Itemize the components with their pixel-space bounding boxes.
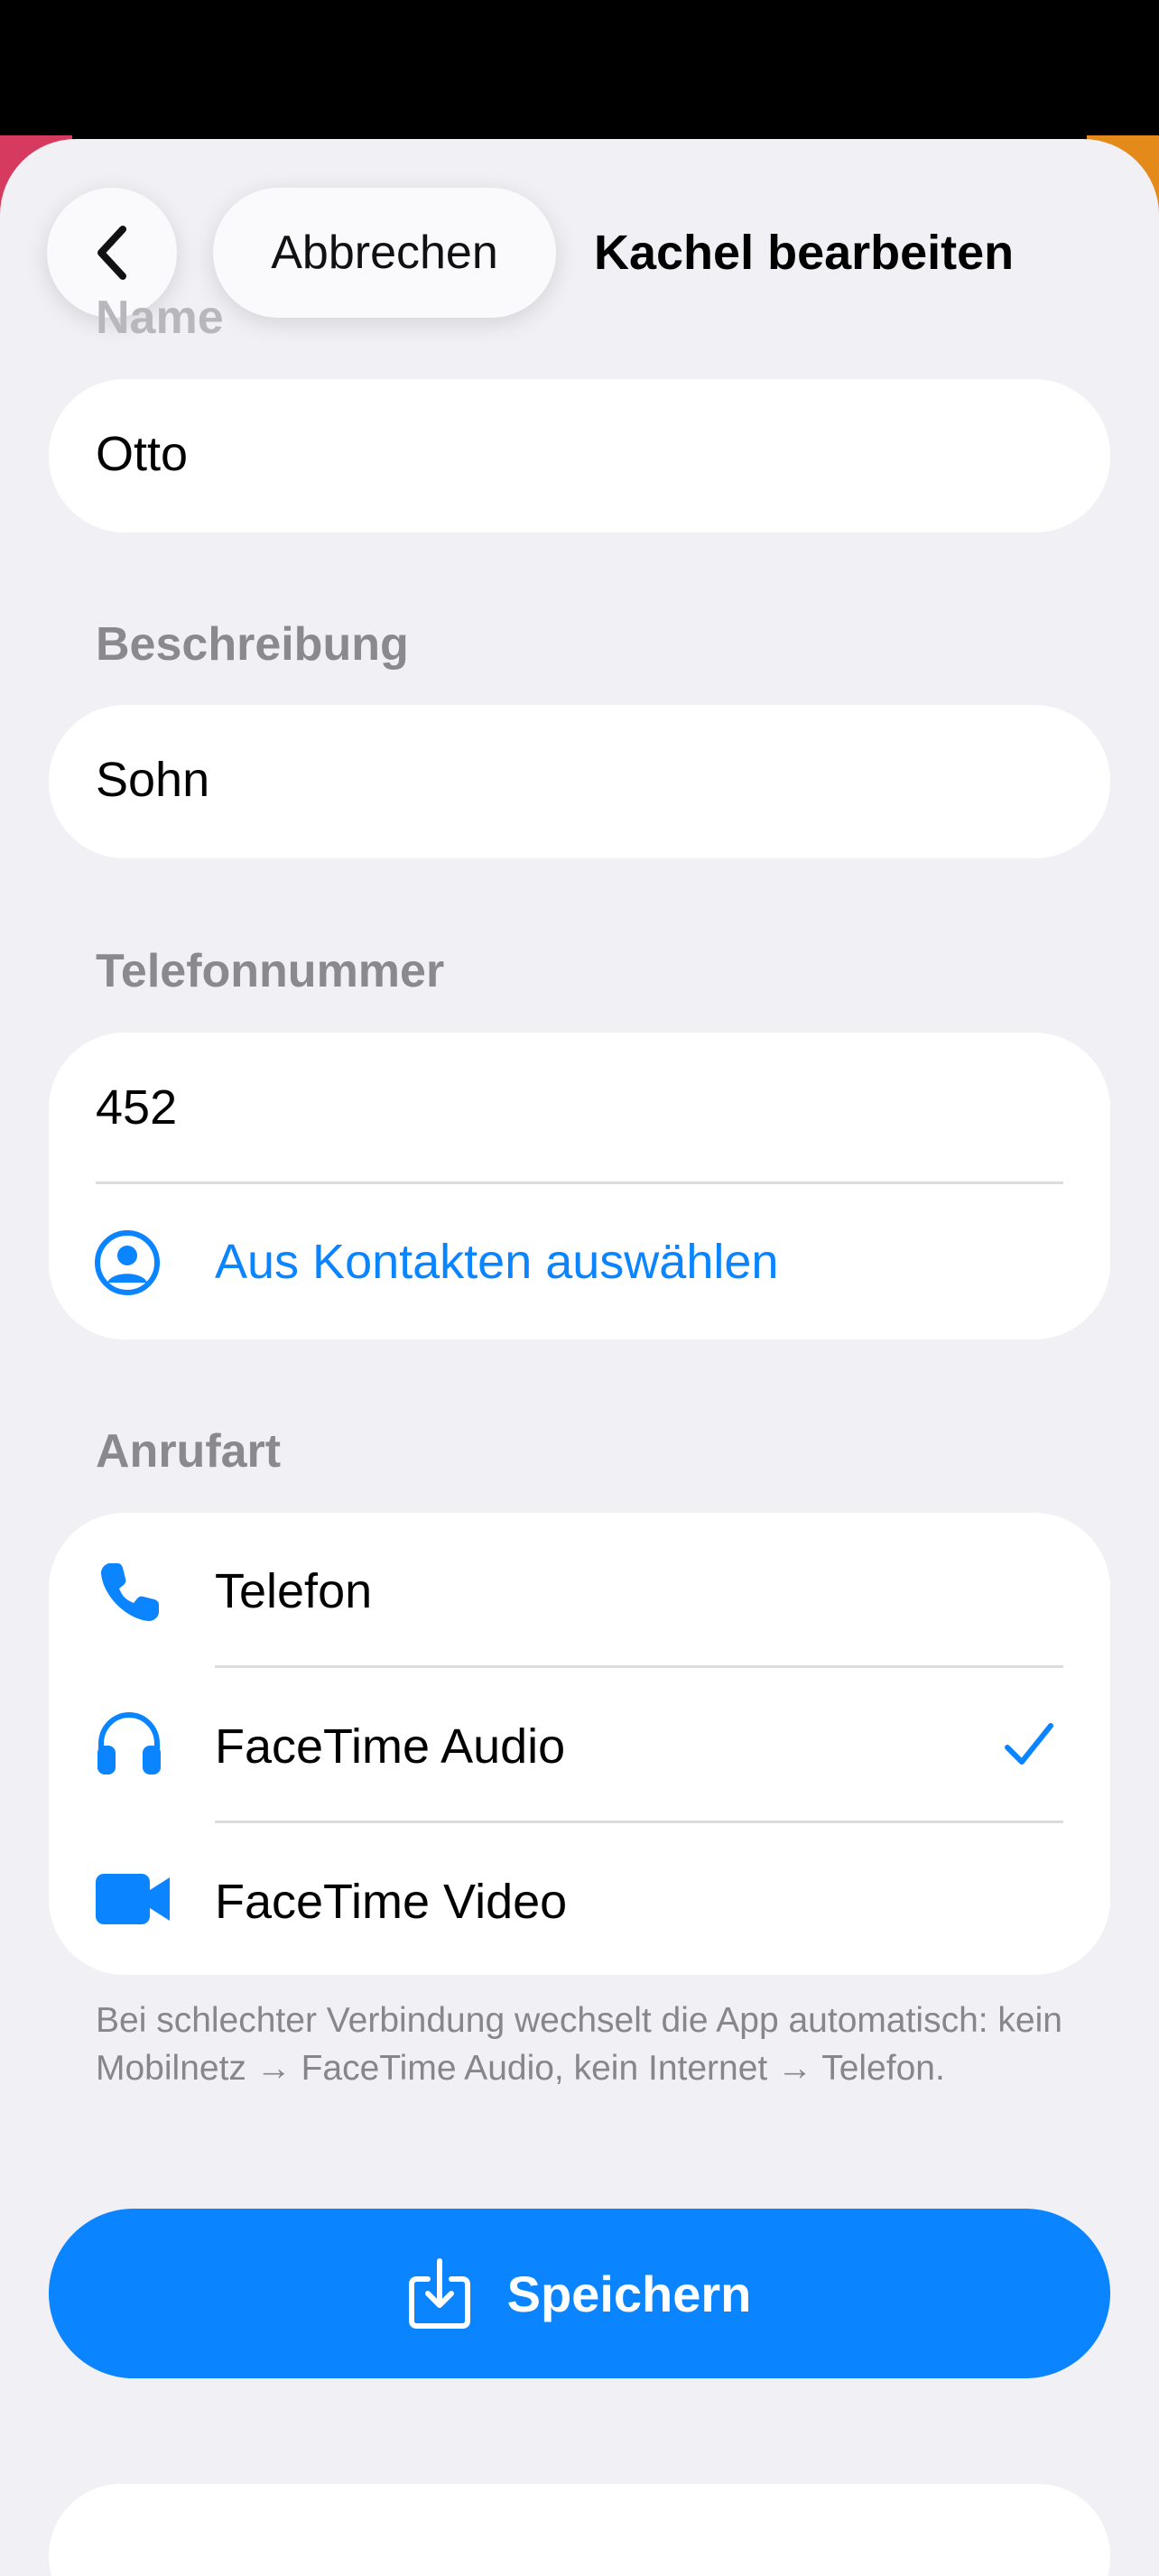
save-button-label: Speichern [506, 2265, 752, 2322]
phone-icon [101, 1563, 159, 1621]
phone-section-label: Telefonnummer [96, 945, 445, 997]
phone-card: 452 Aus Kontakten auswählen [49, 1033, 1110, 1339]
call-type-section-label: Anrufart [96, 1425, 282, 1478]
call-type-option-label: Telefon [215, 1564, 373, 1618]
call-type-card: Telefon FaceTime Audio FaceTime Video [49, 1513, 1110, 1975]
call-type-footnote: Bei schlechter Verbindung wechselt die A… [96, 2001, 1062, 2088]
name-field-value: Otto [96, 427, 189, 481]
chevron-left-icon [97, 226, 126, 280]
video-camera-icon [96, 1874, 170, 1924]
call-type-option-facetime-video[interactable]: FaceTime Video [49, 1823, 1110, 1975]
select-from-contacts-label: Aus Kontakten auswählen [215, 1235, 779, 1289]
name-section-label: Name [96, 292, 224, 344]
phone-number-field[interactable]: 452 [96, 1080, 177, 1135]
description-field-value: Sohn [96, 753, 210, 807]
status-bar [0, 0, 1159, 144]
cancel-button[interactable]: Abbrechen [213, 188, 556, 318]
person-circle-icon [95, 1230, 160, 1295]
save-download-icon [408, 2258, 470, 2329]
name-field[interactable]: Otto [49, 379, 1110, 533]
call-type-option-facetime-audio[interactable]: FaceTime Audio [49, 1668, 1110, 1821]
select-from-contacts-button[interactable]: Aus Kontakten auswählen [49, 1186, 1110, 1339]
checkmark-icon [1005, 1723, 1053, 1765]
bottom-card [49, 2484, 1110, 2576]
edit-tile-sheet: Abbrechen Kachel bearbeiten Name Otto Be… [0, 139, 1159, 2576]
save-button[interactable]: Speichern [49, 2209, 1110, 2378]
call-type-option-label: FaceTime Audio [215, 1719, 566, 1774]
call-type-option-label: FaceTime Video [215, 1875, 568, 1929]
call-type-option-phone[interactable]: Telefon [49, 1513, 1110, 1666]
description-section-label: Beschreibung [96, 618, 409, 671]
page-title: Kachel bearbeiten [594, 226, 1015, 280]
headphones-icon [97, 1711, 161, 1774]
phone-divider [96, 1181, 1063, 1184]
description-field[interactable]: Sohn [49, 705, 1110, 858]
